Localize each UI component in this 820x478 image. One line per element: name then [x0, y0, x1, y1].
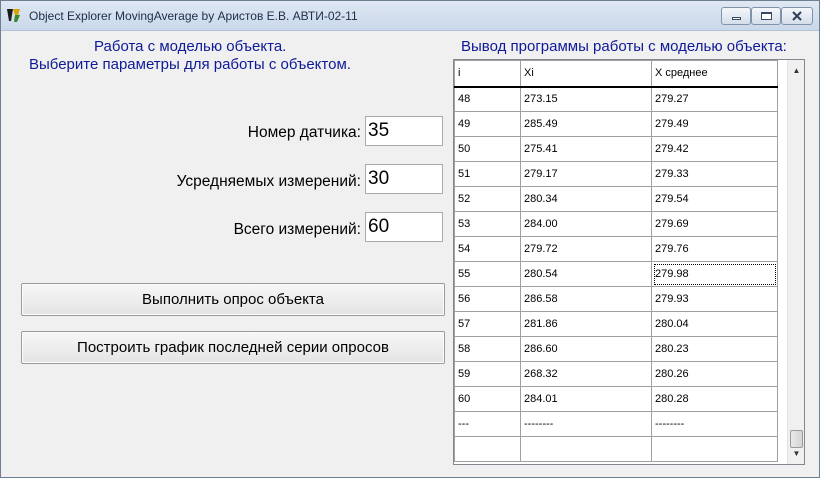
total-measurements-label: Всего измерений: [233, 221, 361, 238]
table-row[interactable]: 50 275.41 279.42 [454, 136, 778, 162]
left-heading-line1: Работа с моделью объекта. [94, 38, 287, 55]
table-cell[interactable]: 280.23 [651, 336, 778, 362]
table-cell[interactable]: 279.93 [651, 286, 778, 312]
output-heading: Вывод программы работы с моделью объекта… [461, 38, 787, 55]
window-title: Object Explorer MovingAverage by Аристов… [29, 9, 358, 23]
table-cell[interactable]: 275.41 [520, 136, 652, 162]
poll-object-button[interactable]: Выполнить опрос объекта [21, 283, 445, 316]
table-cell[interactable]: 60 [454, 386, 521, 412]
grid-header-row: i Xi X среднее [454, 60, 778, 88]
table-cell[interactable]: 55 [454, 261, 521, 287]
table-cell[interactable]: 279.69 [651, 211, 778, 237]
left-heading-line2: Выберите параметры для работы с объектом… [29, 56, 351, 73]
table-cell[interactable]: 51 [454, 161, 521, 187]
table-row[interactable]: 54 279.72 279.76 [454, 236, 778, 262]
table-row[interactable] [454, 436, 778, 462]
table-cell[interactable]: 57 [454, 311, 521, 337]
table-row[interactable]: 57 281.86 280.04 [454, 311, 778, 337]
maximize-icon [760, 12, 772, 20]
column-header[interactable]: X среднее [651, 60, 778, 88]
table-cell[interactable]: 279.54 [651, 186, 778, 212]
table-cell[interactable]: 279.76 [651, 236, 778, 262]
table-cell[interactable] [520, 436, 652, 462]
table-row[interactable]: 56 286.58 279.93 [454, 286, 778, 312]
table-cell[interactable] [454, 436, 521, 462]
table-cell[interactable]: --- [454, 411, 521, 437]
table-cell[interactable]: 56 [454, 286, 521, 312]
table-row[interactable]: 48 273.15 279.27 [454, 86, 778, 112]
table-cell[interactable]: 285.49 [520, 111, 652, 137]
minimize-icon [731, 17, 741, 20]
table-cell[interactable]: 279.27 [651, 86, 778, 112]
sensor-number-label: Номер датчика: [247, 124, 361, 141]
app-window: Object Explorer MovingAverage by Аристов… [0, 0, 820, 478]
table-cell[interactable]: 50 [454, 136, 521, 162]
table-cell[interactable]: 279.49 [651, 111, 778, 137]
close-button[interactable] [781, 7, 813, 25]
table-cell[interactable]: 284.00 [520, 211, 652, 237]
table-cell[interactable]: 54 [454, 236, 521, 262]
table-cell[interactable]: 52 [454, 186, 521, 212]
close-icon [792, 11, 802, 21]
table-cell[interactable]: 280.54 [520, 261, 652, 287]
table-cell[interactable]: 279.72 [520, 236, 652, 262]
table-cell[interactable]: 280.26 [651, 361, 778, 387]
table-cell[interactable]: 280.34 [520, 186, 652, 212]
table-cell[interactable]: 48 [454, 86, 521, 112]
output-table: i Xi X среднее 48 273.15 279.27 49 285.49 279.49… [454, 60, 778, 462]
table-cell[interactable]: 49 [454, 111, 521, 137]
table-row[interactable]: 58 286.60 280.23 [454, 336, 778, 362]
table-row[interactable]: 53 284.00 279.69 [454, 211, 778, 237]
table-cell[interactable]: 58 [454, 336, 521, 362]
table-cell[interactable] [651, 436, 778, 462]
column-header[interactable]: i [454, 60, 521, 88]
table-cell[interactable]: 280.28 [651, 386, 778, 412]
scroll-down-arrow-icon[interactable]: ▼ [788, 445, 805, 462]
table-cell[interactable]: -------- [520, 411, 652, 437]
table-row[interactable]: 59 268.32 280.26 [454, 361, 778, 387]
table-cell[interactable]: 279.33 [651, 161, 778, 187]
total-measurements-input[interactable]: 60 [365, 212, 443, 242]
title-bar[interactable]: Object Explorer MovingAverage by Аристов… [1, 1, 819, 31]
table-cell[interactable]: 59 [454, 361, 521, 387]
minimize-button[interactable] [721, 7, 751, 25]
table-cell[interactable]: 281.86 [520, 311, 652, 337]
table-row[interactable]: 60 284.01 280.28 [454, 386, 778, 412]
averaged-measurements-input[interactable]: 30 [365, 164, 443, 194]
table-row[interactable]: --- -------- -------- [454, 411, 778, 437]
table-row[interactable]: 55 280.54 279.98 [454, 261, 778, 287]
maximize-button[interactable] [751, 7, 781, 25]
app-logo-icon [7, 9, 20, 22]
table-cell[interactable]: 279.98 [651, 261, 778, 287]
table-row[interactable]: 51 279.17 279.33 [454, 161, 778, 187]
output-grid[interactable]: i Xi X среднее 48 273.15 279.27 49 285.49 279.49… [453, 59, 805, 465]
table-cell[interactable]: 53 [454, 211, 521, 237]
table-cell[interactable]: 286.58 [520, 286, 652, 312]
column-header[interactable]: Xi [520, 60, 652, 88]
plot-graph-button[interactable]: Построить график последней серии опросов [21, 331, 445, 364]
table-cell[interactable]: 268.32 [520, 361, 652, 387]
scroll-up-arrow-icon[interactable]: ▲ [788, 62, 805, 79]
table-cell[interactable]: 273.15 [520, 86, 652, 112]
table-cell[interactable]: 279.17 [520, 161, 652, 187]
table-cell[interactable]: 284.01 [520, 386, 652, 412]
grid-vertical-scrollbar[interactable]: ▲ ▼ [787, 60, 804, 464]
sensor-number-input[interactable]: 35 [365, 116, 443, 146]
table-cell[interactable]: 286.60 [520, 336, 652, 362]
averaged-measurements-label: Усредняемых измерений: [176, 173, 361, 190]
table-row[interactable]: 49 285.49 279.49 [454, 111, 778, 137]
table-cell[interactable]: 280.04 [651, 311, 778, 337]
table-cell[interactable]: -------- [651, 411, 778, 437]
table-cell[interactable]: 279.42 [651, 136, 778, 162]
table-row[interactable]: 52 280.34 279.54 [454, 186, 778, 212]
